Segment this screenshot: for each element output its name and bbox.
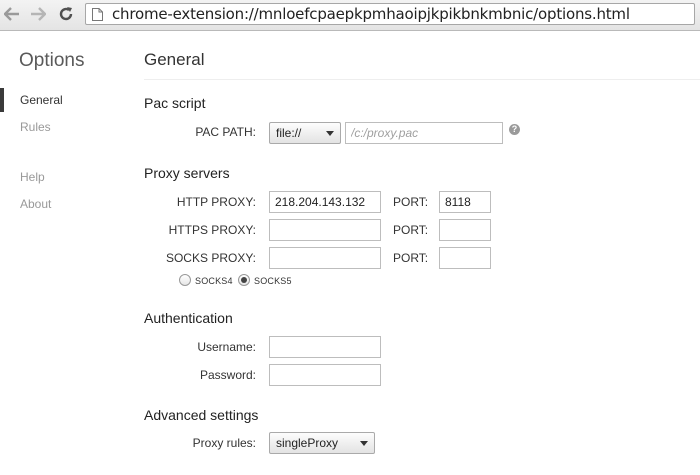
browser-toolbar: chrome-extension://mnloefcpaepkpmhaoipjk…: [0, 0, 700, 31]
sidebar-title: Options: [19, 50, 85, 71]
arrow-right-icon: [31, 7, 46, 21]
http-port-input[interactable]: [439, 191, 491, 213]
https-proxy-input[interactable]: [269, 219, 381, 241]
https-port-input[interactable]: [439, 219, 491, 241]
socks5-label: SOCKS5: [254, 276, 292, 286]
pac-path-input[interactable]: [345, 122, 503, 144]
pac-protocol-select[interactable]: file://: [269, 122, 341, 144]
username-input[interactable]: [269, 336, 381, 358]
https-proxy-label: HTTPS PROXY:: [168, 223, 256, 237]
chevron-down-icon: [360, 441, 368, 446]
proxy-heading: Proxy servers: [144, 165, 230, 181]
socks5-radio[interactable]: [238, 274, 250, 286]
socks-port-label: PORT:: [393, 251, 429, 265]
proxy-rules-select[interactable]: singleProxy: [269, 432, 375, 454]
pac-protocol-value: file://: [276, 126, 302, 140]
pac-path-label: PAC PATH:: [195, 125, 256, 139]
sidebar-item-about[interactable]: About: [20, 197, 51, 211]
pac-heading: Pac script: [144, 95, 206, 111]
password-label: Password:: [199, 368, 256, 382]
help-icon[interactable]: ?: [509, 124, 520, 135]
http-proxy-label: HTTP PROXY:: [176, 195, 256, 209]
https-port-label: PORT:: [393, 223, 429, 237]
address-bar[interactable]: chrome-extension://mnloefcpaepkpmhaoipjk…: [85, 3, 695, 25]
reload-icon: [59, 7, 73, 21]
proxy-rules-value: singleProxy: [276, 436, 339, 450]
http-port-label: PORT:: [393, 195, 429, 209]
page-icon: [92, 7, 104, 21]
page-title: General: [144, 50, 205, 69]
url-text: chrome-extension://mnloefcpaepkpmhaoipjk…: [112, 5, 630, 23]
auth-heading: Authentication: [144, 310, 233, 326]
reload-button[interactable]: [56, 4, 76, 24]
chevron-down-icon: [326, 131, 334, 136]
sidebar: Options General Rules Help About: [0, 31, 130, 475]
username-label: Username:: [197, 340, 256, 354]
socks4-label: SOCKS4: [195, 276, 233, 286]
advanced-heading: Advanced settings: [144, 407, 259, 423]
http-proxy-input[interactable]: [269, 191, 381, 213]
sidebar-item-general[interactable]: General: [20, 93, 63, 107]
socks-proxy-label: SOCKS PROXY:: [165, 251, 256, 265]
forward-button[interactable]: [28, 4, 48, 24]
main-content: General Pac script PAC PATH: file:// ? P…: [130, 31, 700, 475]
socks4-radio[interactable]: [179, 274, 191, 286]
sidebar-item-rules[interactable]: Rules: [20, 120, 51, 134]
password-input[interactable]: [269, 364, 381, 386]
selected-indicator: [0, 88, 4, 112]
socks-port-input[interactable]: [439, 247, 491, 269]
title-divider: [144, 79, 700, 80]
back-button[interactable]: [2, 4, 22, 24]
arrow-left-icon: [4, 7, 19, 21]
socks-proxy-input[interactable]: [269, 247, 381, 269]
proxy-rules-label: Proxy rules:: [192, 436, 256, 450]
sidebar-item-help[interactable]: Help: [20, 170, 45, 184]
